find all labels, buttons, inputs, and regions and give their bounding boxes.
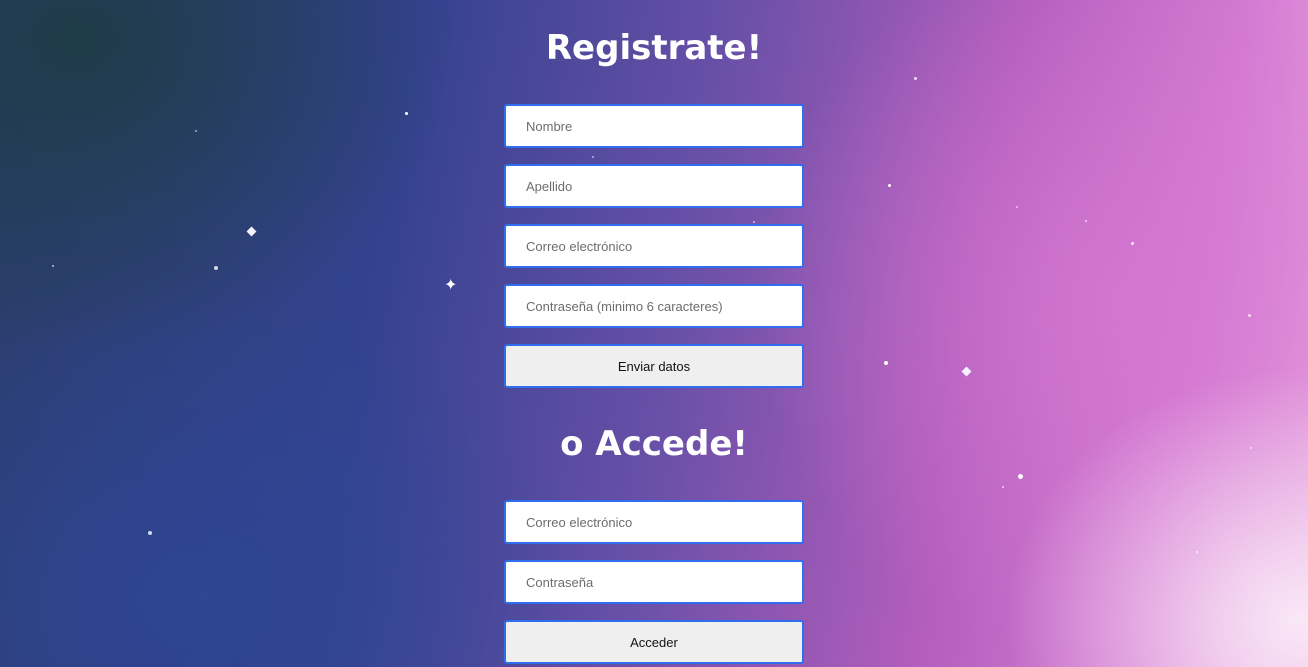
first-name-input[interactable] (504, 104, 804, 148)
sparkle-star: ✦ (444, 275, 458, 294)
star (1085, 220, 1087, 222)
star (1248, 314, 1251, 317)
login-button[interactable]: Acceder (504, 620, 804, 664)
star (1016, 206, 1018, 208)
star (884, 361, 888, 365)
star (195, 130, 197, 132)
star (1131, 242, 1134, 245)
register-title: Registrate! (545, 28, 763, 68)
register-email-input[interactable] (504, 224, 804, 268)
login-title: o Accede! (560, 424, 748, 464)
star (246, 226, 257, 237)
star (888, 184, 891, 187)
star (961, 366, 972, 377)
star (592, 156, 594, 158)
submit-register-button[interactable]: Enviar datos (504, 344, 804, 388)
star (405, 112, 408, 115)
star (148, 531, 152, 535)
star (1196, 551, 1198, 553)
star (1002, 486, 1004, 488)
last-name-input[interactable] (504, 164, 804, 208)
login-email-input[interactable] (504, 500, 804, 544)
star (914, 77, 917, 80)
star (214, 266, 218, 270)
star (52, 265, 54, 267)
login-password-input[interactable] (504, 560, 804, 604)
register-password-input[interactable] (504, 284, 804, 328)
star (1018, 474, 1023, 479)
star (753, 221, 755, 223)
